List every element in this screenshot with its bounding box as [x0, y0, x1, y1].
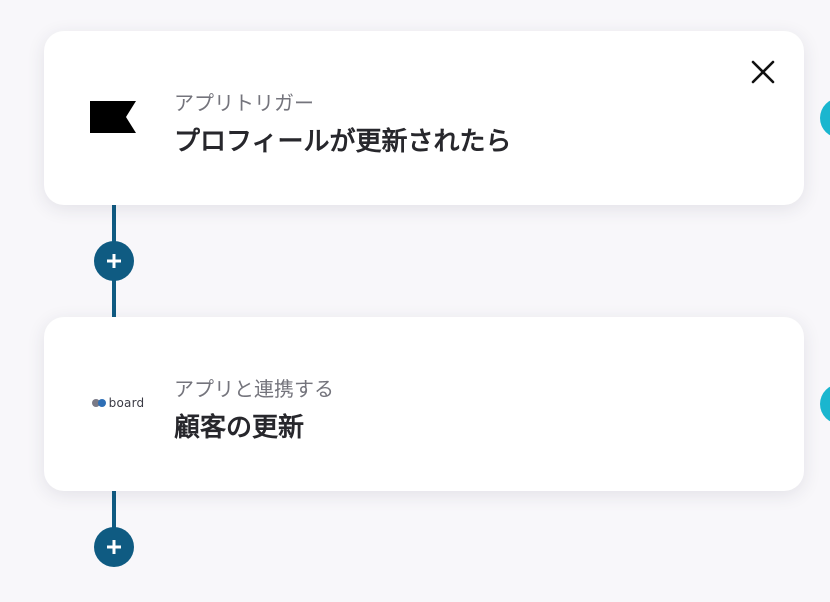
action-step-card[interactable]: board アプリと連携する 顧客の更新 [44, 317, 804, 491]
flag-icon [90, 101, 136, 133]
step-type-label: アプリと連携する [174, 377, 334, 401]
close-icon [751, 60, 775, 84]
close-button[interactable] [748, 57, 778, 87]
step-title: プロフィールが更新されたら [174, 127, 512, 157]
plus-icon [107, 254, 121, 268]
plus-icon [107, 540, 121, 554]
board-logo: board [91, 396, 145, 410]
board-app-icon: board [86, 383, 150, 423]
trigger-step-card[interactable]: アプリトリガー プロフィールが更新されたら [44, 31, 804, 205]
trigger-app-icon [88, 97, 138, 137]
add-step-button[interactable] [94, 527, 134, 567]
step-title: 顧客の更新 [174, 413, 305, 443]
side-connector-handle[interactable] [820, 98, 830, 138]
side-connector-handle[interactable] [820, 384, 830, 424]
step-type-label: アプリトリガー [174, 91, 314, 115]
add-step-button[interactable] [94, 241, 134, 281]
